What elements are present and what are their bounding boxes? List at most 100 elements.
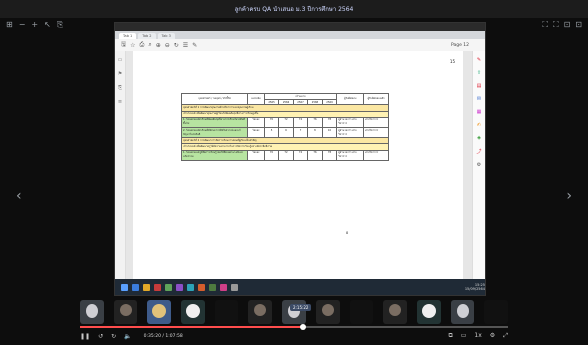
participant-tile[interactable]: [450, 300, 475, 324]
taskbar-app-icon[interactable]: [209, 283, 216, 291]
page-indicator[interactable]: Page 12: [451, 43, 469, 48]
participant-tile[interactable]: [349, 300, 374, 324]
create-pdf-icon[interactable]: ▤: [477, 83, 482, 89]
table-row: 2. ร้อยละของนักเรียนที่มีทักษะการคิดวิเค…: [180, 126, 389, 139]
taskbar-app-icon[interactable]: [220, 283, 227, 291]
organize-icon[interactable]: ▦: [477, 109, 482, 115]
taskbar-app-icon[interactable]: [176, 283, 183, 291]
meeting-title-bar: ลูกค้าครบ QA นำเสนอ ม.3 ปีการศึกษา 2564: [0, 0, 588, 18]
browser-tabs: Tab 1 Tab 2 Tab 3: [115, 31, 485, 39]
protect-icon[interactable]: ◈: [477, 135, 481, 141]
participant-tile[interactable]: [416, 300, 441, 324]
pdf-window-titlebar: [115, 23, 485, 31]
skip-forward-icon[interactable]: ↻: [111, 333, 116, 340]
participant-tile[interactable]: [315, 300, 340, 324]
pdf-right-rail: ✎ ⇪ ▤ ✉ ▦ ✍ ◈ ⤴ ⚙: [472, 51, 485, 285]
participant-tile[interactable]: [383, 300, 407, 324]
pdf-tool-3-icon[interactable]: ⌕: [148, 41, 151, 49]
header-unit: หน่วยนับ: [247, 92, 265, 106]
edit-pdf-icon[interactable]: ✎: [477, 57, 481, 63]
target-value-cell: 72: [278, 116, 294, 128]
pdf-tool-6-icon[interactable]: ↻: [174, 42, 179, 49]
left-tool-2-icon[interactable]: +: [31, 20, 38, 32]
fullscreen-icon[interactable]: ⤢: [503, 332, 508, 340]
attachment-icon[interactable]: ⎘: [118, 85, 122, 91]
taskbar-app-icon[interactable]: [165, 283, 172, 291]
target-value-cell: 78: [321, 149, 338, 161]
windows-start-icon[interactable]: [121, 283, 128, 291]
browser-tab[interactable]: Tab 2: [138, 33, 156, 39]
left-tool-3-icon[interactable]: ↖: [44, 20, 51, 32]
left-tool-1-icon[interactable]: −: [19, 20, 26, 32]
current-time: 0:35:20: [143, 333, 161, 339]
left-tool-4-icon[interactable]: ⎘: [57, 20, 63, 32]
speed-icon[interactable]: 1x: [474, 332, 481, 340]
pdf-tool-2-icon[interactable]: ⎙: [140, 41, 145, 49]
taskbar-app-icon[interactable]: [198, 283, 205, 291]
responsible-cell: ผู้อำนวยการ ฝ่ายวิชาการ: [336, 126, 365, 139]
target-value-cell: 72: [278, 149, 294, 161]
progress-knob[interactable]: [299, 324, 306, 330]
pdf-tool-5-icon[interactable]: ⊖: [165, 42, 170, 49]
taskbar-app-icon[interactable]: [187, 283, 194, 291]
pdf-tool-1-icon[interactable]: ☆: [130, 42, 135, 49]
header-indicator: ยุทธศาสตร์ / กลยุทธ์ / ตัวชี้วัด: [180, 92, 249, 106]
owner-cell: ฝ่ายวิชาการ: [363, 116, 389, 128]
participant-tile[interactable]: [147, 300, 172, 324]
pdf-page: 15 ยุทธศาสตร์ / กลยุทธ์ / ตัวชี้วัด หน่ว…: [133, 51, 463, 279]
participant-tile[interactable]: [248, 300, 273, 324]
play-pause-icon[interactable]: ❚❚: [80, 333, 90, 340]
table-row: 1. ร้อยละของครูที่จัดการเรียนรู้โดยใช้สื…: [180, 149, 389, 161]
pdf-tool-8-icon[interactable]: ✎: [192, 42, 197, 49]
next-arrow-icon[interactable]: ›: [566, 188, 572, 204]
left-tool-0-icon[interactable]: ⊞: [6, 20, 13, 32]
indicator-cell: 1. ร้อยละของครูที่จัดการเรียนรู้โดยใช้สื…: [180, 149, 249, 161]
taskbar-app-icon[interactable]: [231, 283, 238, 291]
document-area: ▭ ⚑ ⎘ ≡ 15 ยุทธศาสตร์ / กลยุทธ์ / ตัวชี้…: [115, 51, 485, 285]
layers-icon[interactable]: ≡: [118, 99, 122, 105]
participant-tile[interactable]: [484, 300, 508, 324]
duration: 1:07:58: [165, 333, 183, 339]
right-tool-2-icon[interactable]: ⊡: [564, 20, 571, 32]
unit-cell: ร้อยละ: [247, 149, 265, 161]
pdf-tool-7-icon[interactable]: ☰: [183, 42, 188, 49]
sign-icon[interactable]: ✍: [477, 122, 481, 128]
volume-icon[interactable]: 🔈: [124, 333, 131, 340]
settings-icon[interactable]: ⚙: [490, 332, 495, 340]
right-tool-0-icon[interactable]: ⛶: [542, 20, 548, 32]
taskbar-app-icon[interactable]: [154, 283, 161, 291]
header-responsible: ผู้รับผิดชอบ: [336, 92, 365, 106]
player-controls: ❚❚ ↺ ↻ 🔈 0:35:20 / 1:07:58 ⧉ ▭ 1x ⚙ ⤢: [80, 331, 508, 341]
taskbar-app-icon[interactable]: [132, 283, 139, 291]
left-toolbar: ⊞ − + ↖ ⎘: [0, 20, 63, 32]
participant-tile[interactable]: [80, 300, 104, 324]
previous-arrow-icon[interactable]: ‹: [16, 188, 22, 204]
share-icon[interactable]: ⤴: [476, 148, 481, 155]
export-icon[interactable]: ⇪: [477, 70, 481, 76]
thumbnail-icon[interactable]: ▭: [118, 57, 123, 63]
taskbar-clock: 15:25 15/09/2564: [465, 283, 485, 291]
participant-tile[interactable]: [113, 300, 138, 324]
taskbar-app-icon[interactable]: [143, 283, 150, 291]
meeting-title: ลูกค้าครบ QA นำเสนอ ม.3 ปีการศึกษา 2564: [234, 6, 354, 13]
participant-tile[interactable]: [214, 300, 239, 324]
chat-icon[interactable]: ▭: [461, 332, 467, 340]
unit-cell: ร้อยละ: [247, 116, 265, 128]
pdf-tool-0-icon[interactable]: 🖫: [121, 40, 126, 50]
right-tool-3-icon[interactable]: ⊡: [575, 20, 582, 32]
comment-icon[interactable]: ✉: [477, 96, 481, 102]
target-value-cell: 70: [263, 149, 280, 161]
browser-tab[interactable]: Tab 1: [119, 33, 137, 39]
browser-tab[interactable]: Tab 3: [157, 33, 175, 39]
captions-icon[interactable]: ⧉: [448, 332, 452, 340]
tools-icon[interactable]: ⚙: [477, 162, 481, 168]
participant-tile[interactable]: [181, 300, 205, 324]
right-tool-1-icon[interactable]: ⛶: [553, 20, 559, 32]
indicator-cell: 2. ร้อยละของนักเรียนที่มีทักษะการคิดวิเค…: [180, 126, 249, 139]
pdf-tool-4-icon[interactable]: ⊕: [156, 42, 161, 49]
windows-taskbar: 15:25 15/09/2564: [115, 279, 485, 295]
bookmark-icon[interactable]: ⚑: [118, 71, 122, 77]
skip-back-icon[interactable]: ↺: [98, 333, 103, 340]
video-progress-bar[interactable]: [80, 324, 508, 330]
page-number: 15: [449, 59, 455, 64]
